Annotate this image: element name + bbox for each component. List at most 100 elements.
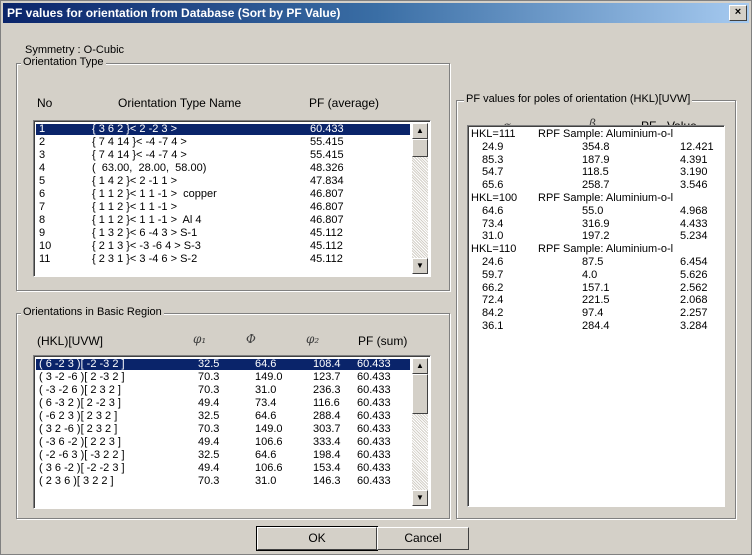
- basic-region-row[interactable]: ( 6 -2 3 )[ -2 -3 2 ] 32.5 64.6 108.4 60.433: [36, 359, 410, 370]
- row-Phi: 64.6: [255, 410, 277, 422]
- scroll-down-icon[interactable]: ▼: [412, 490, 428, 506]
- row-pf-sum: 60.433: [357, 358, 391, 370]
- scroll-thumb[interactable]: [412, 374, 428, 414]
- row-Phi: 31.0: [255, 475, 277, 487]
- row-no: 11: [39, 253, 51, 265]
- row-phi1: 49.4: [198, 397, 220, 409]
- orientation-type-row[interactable]: 8 { 1 1 2 }< 1 1 -1 > Al 4 46.807: [36, 215, 410, 226]
- pf-alpha: 24.9: [482, 140, 504, 153]
- basic-region-row[interactable]: ( 6 -3 2 )[ 2 -2 3 ] 49.4 73.4 116.6 60.433: [36, 398, 410, 409]
- orientation-type-row[interactable]: 11 { 2 3 1 }< 3 -4 6 > S-2 45.112: [36, 254, 410, 265]
- pf-value: 5.626: [680, 268, 708, 281]
- col-Phi-header: Φ: [246, 332, 256, 346]
- dialog-window: PF values for orientation from Database …: [0, 0, 752, 555]
- orientation-type-list[interactable]: 11 { 2 3 1 }< 3 -4 6 > S-2 45.112 10 { 2 1 3…: [33, 120, 431, 277]
- row-name: { 1 1 2 }< 1 1 -1 > copper: [92, 188, 217, 200]
- row-name: { 1 1 2 }< 1 1 -1 >: [92, 201, 178, 213]
- basic-region-row[interactable]: ( -3 6 -2 )[ 2 2 3 ] 49.4 106.6 333.4 60.433: [36, 437, 410, 448]
- pf-alpha: 64.6: [482, 204, 504, 217]
- row-name: ( 63.00, 28.00, 58.00): [92, 162, 207, 174]
- section-hkl: HKL=111: [471, 128, 516, 140]
- pf-beta: 187.9: [582, 153, 610, 166]
- ok-button[interactable]: OK: [256, 526, 378, 551]
- row-hkl-uvw: ( -3 6 -2 )[ 2 2 3 ]: [39, 436, 121, 448]
- row-phi1: 70.3: [198, 423, 220, 435]
- section-hkl: HKL=100: [471, 192, 518, 204]
- row-pf-sum: 60.433: [357, 449, 391, 461]
- basic-region-row[interactable]: ( -2 -6 3 )[ -3 2 2 ] 32.5 64.6 198.4 60.433: [36, 450, 410, 461]
- col-hkl-uvw-header: (HKL)[UVW]: [37, 334, 103, 348]
- basic-region-row[interactable]: ( -6 2 3 )[ 2 3 2 ] 32.5 64.6 288.4 60.433: [36, 411, 410, 422]
- basic-region-row[interactable]: ( 2 3 6 )[ 3 2 2 ] 70.3 31.0 146.3 60.433: [36, 476, 410, 487]
- row-pf: 48.326: [310, 162, 344, 174]
- row-hkl-uvw: ( -6 2 3 )[ 2 3 2 ]: [39, 410, 118, 422]
- col-name-header: Orientation Type Name: [118, 96, 242, 110]
- pf-beta: 97.4: [582, 307, 604, 320]
- row-phi2: 333.4: [313, 436, 341, 448]
- pf-alpha: 73.4: [482, 217, 504, 230]
- orientation-type-scrollbar[interactable]: ▲ ▼: [412, 123, 428, 274]
- orientation-type-row[interactable]: 6 { 1 1 2 }< 1 1 -1 > copper 46.807: [36, 189, 410, 200]
- row-name: { 1 3 2 }< 6 -4 3 > S-1: [92, 227, 198, 239]
- row-phi1: 32.5: [198, 358, 220, 370]
- cancel-button[interactable]: Cancel: [377, 527, 469, 550]
- row-no: 6: [39, 188, 46, 200]
- col-pf-average-header: PF (average): [309, 96, 380, 110]
- pf-value: 12.421: [680, 140, 714, 153]
- pf-beta: 197.2: [582, 230, 610, 243]
- row-pf-sum: 60.433: [357, 423, 391, 435]
- row-no: 3: [39, 149, 46, 161]
- scroll-up-icon[interactable]: ▲: [412, 358, 428, 374]
- orientation-type-row[interactable]: 3 { 7 4 14 }< -4 -7 4 > 55.415: [36, 150, 410, 161]
- orientation-type-row[interactable]: 1 { 3 6 2 }< 2 -2 3 > 60.433: [36, 124, 410, 135]
- row-hkl-uvw: ( -3 -2 6 )[ 2 3 2 ]: [39, 384, 121, 396]
- row-phi2: 198.4: [313, 449, 341, 461]
- basic-region-row[interactable]: ( 3 2 -6 )[ 2 3 2 ] 70.3 149.0 303.7 60.433: [36, 424, 410, 435]
- basic-region-row[interactable]: ( 3 -2 -6 )[ 2 -3 2 ] 70.3 149.0 123.7 60.43…: [36, 372, 410, 383]
- pf-values-list[interactable]: HKL=111 RPF Sample: Aluminium-o-l 24.9 354.…: [467, 125, 725, 507]
- row-phi1: 32.5: [198, 449, 220, 461]
- row-pf: 46.807: [310, 188, 344, 200]
- scroll-up-icon[interactable]: ▲: [412, 123, 428, 139]
- orientation-type-row[interactable]: 7 { 1 1 2 }< 1 1 -1 > 46.807: [36, 202, 410, 213]
- scroll-thumb[interactable]: [412, 139, 428, 157]
- row-hkl-uvw: ( 3 6 -2 )[ -2 -2 3 ]: [39, 462, 125, 474]
- pf-value: 5.234: [680, 230, 708, 243]
- row-name: { 7 4 14 }< -4 -7 4 >: [92, 149, 187, 161]
- basic-region-scrollbar[interactable]: ▲ ▼: [412, 358, 428, 506]
- row-no: 4: [39, 162, 46, 174]
- row-phi2: 108.4: [313, 358, 341, 370]
- row-pf: 45.112: [310, 240, 343, 252]
- basic-region-legend: Orientations in Basic Region: [21, 306, 164, 318]
- pf-beta: 258.7: [582, 179, 610, 192]
- pf-value-row: 59.7 4.0 5.626: [470, 268, 720, 281]
- title-bar[interactable]: PF values for orientation from Database …: [3, 3, 749, 23]
- section-hkl: HKL=110: [471, 243, 517, 256]
- row-phi2: 303.7: [313, 423, 341, 435]
- pf-value-row: 36.1 284.4 3.284: [470, 321, 720, 332]
- basic-region-list[interactable]: ( 2 3 6 )[ 3 2 2 ] 70.3 31.0 146.3 60.433 ( 3…: [33, 355, 431, 509]
- pf-alpha: 31.0: [482, 230, 504, 243]
- orientation-type-row[interactable]: 9 { 1 3 2 }< 6 -4 3 > S-1 45.112: [36, 228, 410, 239]
- row-pf: 55.415: [310, 149, 344, 161]
- orientation-type-row[interactable]: 5 { 1 4 2 }< 2 -1 1 > 47.834: [36, 176, 410, 187]
- row-pf: 60.433: [310, 123, 344, 135]
- pf-beta: 284.4: [582, 320, 610, 332]
- col-phi2-header: φ₂: [306, 332, 320, 346]
- row-phi2: 288.4: [313, 410, 341, 422]
- pf-alpha: 59.7: [482, 268, 504, 281]
- scroll-down-icon[interactable]: ▼: [412, 258, 428, 274]
- close-icon[interactable]: ×: [729, 5, 747, 21]
- pf-alpha: 72.4: [482, 294, 504, 307]
- orientation-type-row[interactable]: 10 { 2 1 3 }< -3 -6 4 > S-3 45.112: [36, 241, 410, 252]
- pf-value: 2.068: [680, 294, 708, 307]
- orientation-type-row[interactable]: 2 { 7 4 14 }< -4 -7 4 > 55.415: [36, 137, 410, 148]
- basic-region-row[interactable]: ( -3 -2 6 )[ 2 3 2 ] 70.3 31.0 236.3 60.433: [36, 385, 410, 396]
- row-phi1: 49.4: [198, 462, 220, 474]
- row-hkl-uvw: ( -2 -6 3 )[ -3 2 2 ]: [39, 449, 125, 461]
- pf-value-row: 65.6 258.7 3.546: [470, 180, 720, 191]
- row-Phi: 149.0: [255, 423, 283, 435]
- orientation-type-row[interactable]: 4 ( 63.00, 28.00, 58.00) 48.326: [36, 163, 410, 174]
- basic-region-row[interactable]: ( 3 6 -2 )[ -2 -2 3 ] 49.4 106.6 153.4 60.43…: [36, 463, 410, 474]
- row-pf-sum: 60.433: [357, 384, 391, 396]
